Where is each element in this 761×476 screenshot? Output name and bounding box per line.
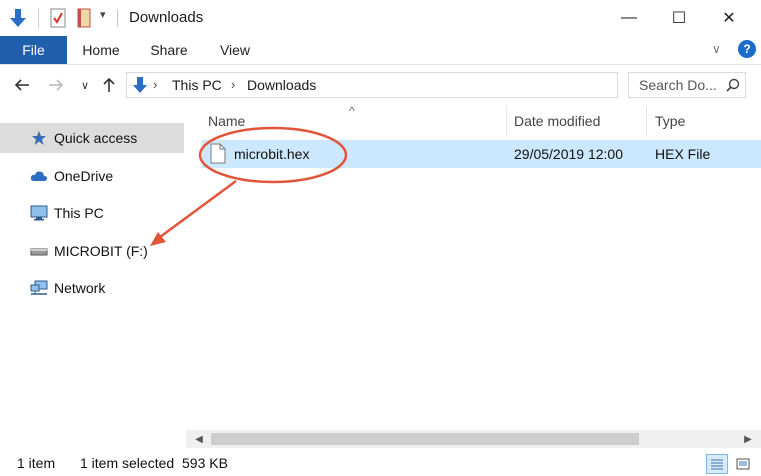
download-arrow-icon[interactable] [9,8,27,28]
toolbar-divider [38,8,39,28]
sidebar-item-microbit[interactable]: MICROBIT (F:) [0,236,184,266]
breadcrumb-this-pc[interactable]: This PC [172,77,222,93]
sidebar-item-label: MICROBIT (F:) [54,243,148,259]
sidebar-item-this-pc[interactable]: This PC [0,198,184,228]
details-view-icon[interactable] [706,454,728,474]
sidebar-item-label: Network [54,280,106,296]
maximize-button[interactable]: ☐ [656,0,702,36]
navigation-pane: Quick access OneDrive This PC MICROBIT (… [0,106,186,452]
back-arrow-icon[interactable] [12,75,32,95]
column-divider[interactable] [646,106,647,136]
file-name[interactable]: microbit.hex [234,146,309,162]
file-list: ^ Name Date modified Type microbit.hex 2… [186,104,761,452]
scroll-left-icon[interactable]: ◀ [190,430,208,448]
tab-file[interactable]: File [0,36,67,64]
monitor-icon [30,205,48,221]
sidebar-item-label: OneDrive [54,168,114,184]
customize-quick-access-icon[interactable]: ▾ [100,8,110,28]
minimize-button[interactable]: — [606,0,652,36]
search-input[interactable]: Search Do... [639,77,717,93]
breadcrumb-downloads[interactable]: Downloads [247,77,316,93]
title-divider [117,9,118,27]
horizontal-scrollbar[interactable]: ◀ ▶ [186,430,761,448]
file-icon [210,143,226,164]
search-box[interactable]: Search Do... [628,72,746,98]
sidebar-item-label: This PC [54,205,104,221]
ribbon-tabs: File Home Share View ∨ ? [0,36,761,64]
sidebar-item-quick-access[interactable]: Quick access [0,123,184,153]
address-toolbar: ∨ › This PC › Downloads ∨ ↻ Search Do... [0,64,761,106]
scrollbar-thumb[interactable] [211,433,639,445]
help-button[interactable]: ? [738,40,756,58]
network-icon [30,280,48,296]
title-bar: ▾ Downloads — ☐ ✕ [0,0,761,36]
status-size: 593 KB [182,455,228,471]
large-icons-view-icon[interactable] [732,454,754,474]
sidebar-item-network[interactable]: Network [0,273,184,303]
sidebar-item-onedrive[interactable]: OneDrive [0,161,184,191]
status-item-count: 1 item [17,455,56,471]
table-row[interactable]: microbit.hex 29/05/2019 12:00 HEX File [202,140,761,168]
scroll-right-icon[interactable]: ▶ [739,430,757,448]
properties-icon[interactable] [50,8,66,28]
column-header-name[interactable]: Name [208,106,506,136]
sidebar-item-label: Quick access [54,130,138,146]
window-title: Downloads [129,9,204,26]
downloads-folder-icon [132,76,148,97]
new-folder-icon[interactable] [76,8,92,28]
breadcrumb-chevron-icon[interactable]: › [231,77,235,92]
column-divider[interactable] [506,106,507,136]
tab-share[interactable]: Share [140,36,198,64]
tab-home[interactable]: Home [74,36,128,64]
star-icon [30,130,48,146]
breadcrumb-chevron-icon[interactable]: › [153,77,157,92]
up-arrow-icon[interactable] [100,75,118,95]
status-bar: 1 item 1 item selected 593 KB [0,452,761,476]
column-header-date-modified[interactable]: Date modified [514,106,646,136]
drive-icon [30,243,48,259]
tab-view[interactable]: View [208,36,262,64]
expand-ribbon-chevron-icon[interactable]: ∨ [712,42,721,56]
cloud-icon [30,168,48,184]
close-button[interactable]: ✕ [706,0,752,36]
forward-arrow-icon[interactable] [46,75,66,95]
column-header-type[interactable]: Type [655,106,755,136]
file-type: HEX File [655,146,711,162]
search-icon [726,78,740,95]
status-selection: 1 item selected [80,455,175,471]
recent-locations-chevron-icon[interactable]: ∨ [78,75,92,95]
file-date-modified: 29/05/2019 12:00 [514,146,623,162]
address-bar[interactable]: › This PC › Downloads ∨ ↻ [126,72,739,98]
